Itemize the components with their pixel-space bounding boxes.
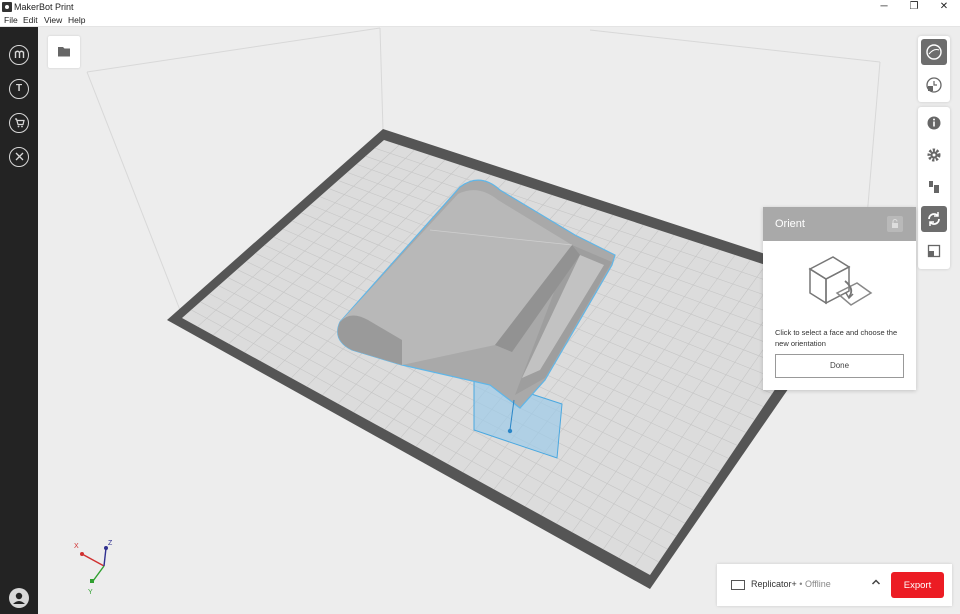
printer-selector[interactable]: Replicator+ • Offline xyxy=(751,579,831,589)
title-bar: MakerBot Print ─ ❐ ✕ xyxy=(0,0,960,14)
orient-pivot-point xyxy=(507,428,513,434)
window-title: MakerBot Print xyxy=(14,2,74,12)
orient-button[interactable] xyxy=(921,206,947,232)
menu-view[interactable]: View xyxy=(44,15,62,26)
folder-icon xyxy=(58,47,70,57)
orient-title: Orient xyxy=(775,218,805,230)
maximize-button[interactable]: ❐ xyxy=(900,0,928,14)
menu-edit[interactable]: Edit xyxy=(23,15,38,26)
export-button[interactable]: Export xyxy=(891,572,944,598)
info-button[interactable] xyxy=(921,110,947,136)
info-icon xyxy=(927,116,941,130)
menu-bar: File Edit View Help xyxy=(0,14,960,27)
gear-icon xyxy=(927,148,941,162)
model-view-button[interactable] xyxy=(921,39,947,65)
printer-status: Offline xyxy=(804,579,831,589)
view-toggle-panel xyxy=(918,36,950,102)
left-sidebar: T xyxy=(0,27,38,614)
close-button[interactable]: ✕ xyxy=(930,0,958,14)
arrange-button[interactable] xyxy=(921,174,947,200)
arrange-icon xyxy=(929,181,939,193)
axis-x-label: X xyxy=(74,543,79,550)
axis-gizmo xyxy=(80,546,108,583)
menu-file[interactable]: File xyxy=(4,15,18,26)
axis-y-label: Y xyxy=(88,589,93,596)
printer-bar: Replicator+ • Offline Export xyxy=(717,564,952,606)
printer-icon xyxy=(731,580,745,590)
preview-clock-icon xyxy=(926,77,942,93)
minimize-button[interactable]: ─ xyxy=(870,0,898,14)
orient-description: Click to select a face and choose the ne… xyxy=(775,328,898,348)
done-button[interactable]: Done xyxy=(775,354,904,378)
scale-button[interactable] xyxy=(921,238,947,264)
store-cart-icon[interactable] xyxy=(9,113,29,133)
menu-help[interactable]: Help xyxy=(68,15,85,26)
print-preview-button[interactable] xyxy=(921,72,947,98)
app-icon xyxy=(2,2,12,12)
tools-panel xyxy=(918,107,950,269)
sphere-view-icon xyxy=(926,44,942,60)
user-avatar-icon[interactable] xyxy=(9,588,29,608)
open-file-button[interactable] xyxy=(48,36,80,68)
chevron-up-icon[interactable] xyxy=(871,577,881,590)
axis-z-label: Z xyxy=(108,540,113,547)
lock-icon[interactable] xyxy=(887,216,903,232)
rotate-icon xyxy=(928,212,940,226)
makerbot-logo-icon[interactable] xyxy=(9,45,29,65)
orient-header: Orient xyxy=(763,207,916,241)
thingiverse-icon[interactable]: T xyxy=(9,79,29,99)
settings-button[interactable] xyxy=(921,142,947,168)
scale-icon xyxy=(927,244,941,258)
orient-panel: Orient Click to select a face and choose… xyxy=(763,207,916,390)
tools-icon[interactable] xyxy=(9,147,29,167)
printer-separator: • xyxy=(796,579,805,589)
printer-name: Replicator+ xyxy=(751,579,797,589)
orient-cube-icon xyxy=(808,256,873,306)
